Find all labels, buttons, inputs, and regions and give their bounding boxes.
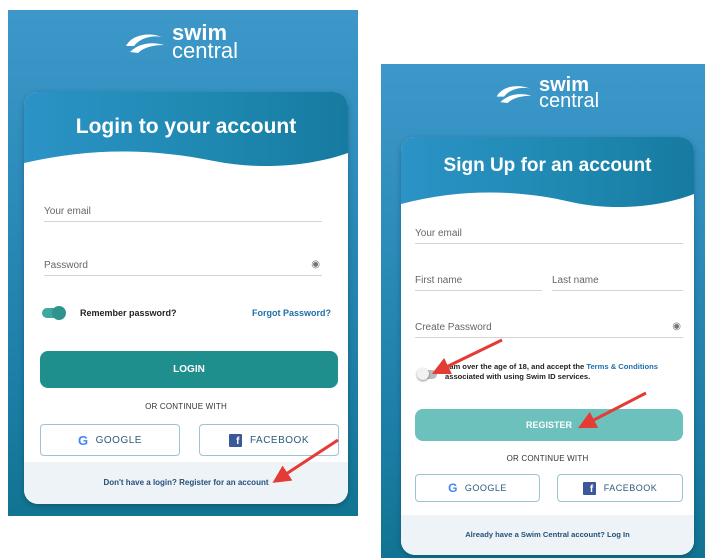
create-password-field[interactable]: Create Password ◉ <box>415 321 683 338</box>
logo-word-central: central <box>172 38 239 64</box>
forgot-password-link[interactable]: Forgot Password? <box>252 308 331 318</box>
terms-conditions-link[interactable]: Terms & Conditions <box>586 362 658 371</box>
register-button[interactable]: REGISTER <box>415 409 683 441</box>
login-google-label: GOOGLE <box>95 434 142 446</box>
signup-panel: swim central Sign Up for an account Your… <box>381 64 705 558</box>
signup-facebook-label: FACEBOOK <box>603 483 658 493</box>
signup-footer: Already have a Swim Central account? Log… <box>401 515 694 555</box>
last-name-field[interactable]: Last name <box>552 275 683 291</box>
signup-card: Sign Up for an account Your email First … <box>401 137 694 555</box>
remember-password-label: Remember password? <box>80 308 177 318</box>
login-facebook-label: FACEBOOK <box>249 434 309 446</box>
terms-text: I am over the age of 18, and accept the … <box>445 362 685 382</box>
signup-card-header: Sign Up for an account <box>401 137 694 214</box>
remember-password-toggle[interactable] <box>42 306 66 320</box>
first-name-placeholder: First name <box>415 275 463 286</box>
google-icon: G <box>78 432 89 448</box>
login-password-field[interactable]: Password ◉ <box>44 259 322 276</box>
terms-prefix: I am over the age of 18, and accept the <box>445 362 587 371</box>
signup-facebook-button[interactable]: f FACEBOOK <box>557 474 683 502</box>
signup-or-continue-text: OR CONTINUE WITH <box>506 454 589 463</box>
register-link[interactable]: Don't have a login? Register for an acco… <box>103 478 268 487</box>
signup-google-button[interactable]: G GOOGLE <box>415 474 540 502</box>
login-facebook-button[interactable]: f FACEBOOK <box>199 424 339 456</box>
header-wave <box>24 151 348 173</box>
signup-google-icon: G <box>448 481 458 495</box>
signup-email-placeholder: Your email <box>415 228 462 239</box>
login-title: Login to your account <box>75 115 297 138</box>
swim-central-logo-signup: swim central <box>493 75 600 113</box>
login-password-placeholder: Password <box>44 260 88 271</box>
remember-password-row: Remember password? <box>42 306 177 320</box>
logo-word-central-signup: central <box>539 90 600 113</box>
login-card: Login to your account Your email Passwor… <box>24 92 348 504</box>
signup-email-field[interactable]: Your email <box>415 228 683 244</box>
swim-swirl-icon <box>126 34 164 54</box>
signup-header-wave <box>401 192 694 214</box>
login-card-header: Login to your account <box>24 92 348 173</box>
screenshot-stage: swim central Login to your account Your … <box>0 0 707 560</box>
show-password-eye-icon[interactable]: ◉ <box>311 259 320 270</box>
last-name-placeholder: Last name <box>552 275 599 286</box>
login-or-continue-text: OR CONTINUE WITH <box>145 402 227 411</box>
signup-facebook-icon: f <box>582 481 596 495</box>
terms-suffix: associated with using Swim ID services. <box>445 372 591 381</box>
swim-swirl-icon-signup <box>496 86 532 104</box>
terms-toggle-track <box>417 368 437 380</box>
login-email-field[interactable]: Your email <box>44 206 322 222</box>
login-email-placeholder: Your email <box>44 206 91 217</box>
login-link[interactable]: Already have a Swim Central account? Log… <box>465 530 630 539</box>
signup-title: Sign Up for an account <box>443 155 652 176</box>
swim-central-logo: swim central <box>122 21 239 64</box>
facebook-icon: f <box>228 433 242 447</box>
login-google-button[interactable]: G GOOGLE <box>40 424 180 456</box>
create-password-placeholder: Create Password <box>415 322 492 333</box>
terms-toggle[interactable] <box>417 368 437 380</box>
login-footer: Don't have a login? Register for an acco… <box>24 462 348 504</box>
login-button[interactable]: LOGIN <box>40 351 338 388</box>
signup-google-label: GOOGLE <box>464 483 507 493</box>
login-panel: swim central Login to your account Your … <box>8 10 358 516</box>
show-create-password-eye-icon[interactable]: ◉ <box>672 321 681 332</box>
first-name-field[interactable]: First name <box>415 275 542 291</box>
